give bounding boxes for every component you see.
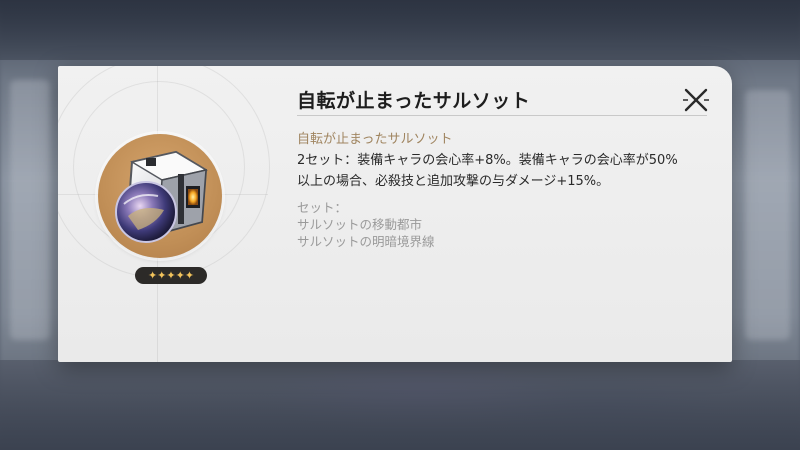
close-icon[interactable]: [682, 86, 710, 114]
background-top-bar: [0, 0, 800, 60]
relic-medallion: [98, 134, 222, 258]
planar-ornament-sphere-icon: [115, 150, 208, 243]
popup-title: 自転が止まったサルソット: [297, 90, 531, 112]
effect-line: 以上の場合、必殺技と追加攻撃の与ダメージ+15%。: [297, 174, 610, 189]
background-shape: [745, 90, 790, 340]
set-effect-description: 2セット：装備キャラの会心率+8%。装備キャラの会心率が50% 以上の場合、必殺…: [297, 150, 717, 192]
set-list-item: サルソットの明暗境界線: [297, 234, 435, 249]
set-name: 自転が止まったサルソット: [297, 132, 453, 147]
rarity-stars: ✦✦✦✦✦: [135, 267, 207, 284]
effect-line: 2セット：装備キャラの会心率+8%。装備キャラの会心率が50%: [297, 153, 678, 168]
relic-set-popup: ✦✦✦✦✦ 自転が止まったサルソット 自転が止まったサルソット 2セット：装備キ…: [58, 66, 732, 362]
background-bottom-area: [0, 360, 800, 450]
background-shape: [10, 80, 50, 340]
title-divider: [297, 115, 707, 116]
